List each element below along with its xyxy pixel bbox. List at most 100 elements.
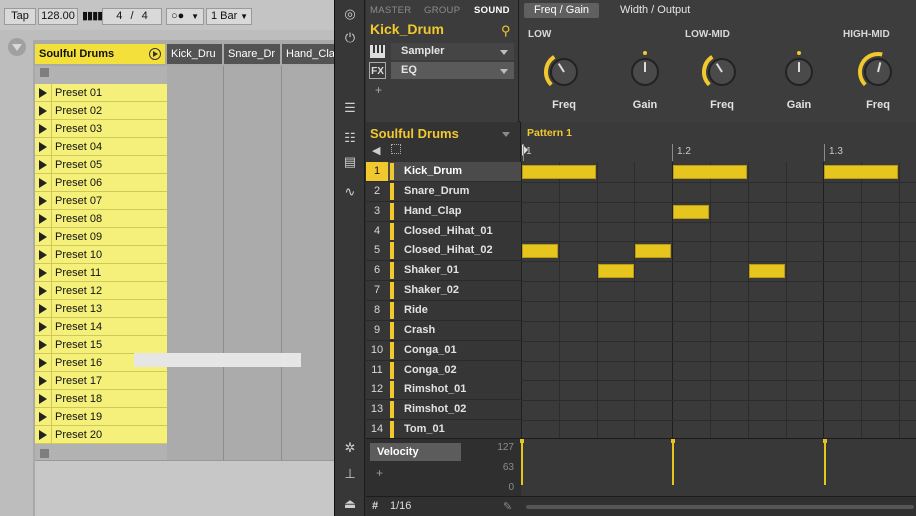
chevron-down-icon[interactable] [502, 132, 510, 137]
velocity-bar[interactable] [672, 439, 674, 485]
clip-slot[interactable]: Preset 11 [35, 264, 167, 282]
play-triangle-icon[interactable] [39, 196, 47, 206]
speaker-icon[interactable]: ◀ [372, 144, 380, 157]
clip-slot[interactable]: Preset 07 [35, 192, 167, 210]
nudge-icon[interactable]: ▮▮▮▮ [82, 8, 103, 25]
play-triangle-icon[interactable] [39, 358, 47, 368]
eject-icon[interactable]: ⏏ [342, 496, 358, 512]
clip-slot[interactable]: Preset 06 [35, 174, 167, 192]
waveform-icon[interactable]: ∿ [342, 184, 358, 200]
clip-slot[interactable]: Preset 13 [35, 300, 167, 318]
clip-slot[interactable]: Preset 08 [35, 210, 167, 228]
pencil-icon[interactable]: ✎ [503, 500, 512, 513]
sound-slot[interactable]: 8 Ride [366, 300, 521, 321]
velocity-parameter-button[interactable]: Velocity [370, 443, 461, 461]
play-triangle-icon[interactable] [39, 178, 47, 188]
record-knob-icon[interactable]: ◎ [342, 6, 358, 22]
clip-slot[interactable]: Preset 10 [35, 246, 167, 264]
play-circle-icon[interactable] [149, 48, 161, 60]
step-grid[interactable] [521, 162, 916, 440]
play-triangle-icon[interactable] [39, 160, 47, 170]
track-header-snare[interactable]: Snare_Dr [224, 44, 280, 64]
metronome-button[interactable]: ○● ▼ [166, 8, 204, 25]
tab-freq-gain[interactable]: Freq / Gain [524, 3, 600, 18]
module-slot-eq[interactable]: FX EQ [369, 62, 514, 79]
tempo-field[interactable]: 128.00 [38, 8, 78, 25]
sound-slot[interactable]: 13 Rimshot_02 [366, 400, 521, 421]
timeline-ruler[interactable]: Pattern 1 1 1.2 1.3 [521, 122, 916, 162]
knob[interactable] [623, 50, 667, 94]
knob[interactable] [856, 50, 900, 94]
sound-slot[interactable]: 2 Snare_Drum [366, 181, 521, 202]
clip-slot[interactable]: Preset 14 [35, 318, 167, 336]
sound-slot[interactable]: 9 Crash [366, 320, 521, 341]
play-triangle-icon[interactable] [39, 394, 47, 404]
note-event[interactable] [824, 165, 898, 179]
horizontal-scrollbar[interactable] [526, 505, 914, 509]
stop-clip-icon[interactable] [40, 68, 49, 77]
sound-slot[interactable]: 7 Shaker_02 [366, 281, 521, 302]
stop-clip-icon[interactable] [40, 449, 49, 458]
automation-icon[interactable]: ⊥ [342, 466, 358, 482]
quantization-menu[interactable]: 1 Bar ▼ [206, 8, 252, 25]
play-triangle-icon[interactable] [39, 286, 47, 296]
tab-width-output[interactable]: Width / Output [610, 3, 700, 18]
play-triangle-icon[interactable] [39, 88, 47, 98]
clip-slot[interactable]: Preset 19 [35, 408, 167, 426]
pattern-name[interactable]: Pattern 1 [527, 127, 572, 139]
sound-name[interactable]: Kick_Drum [370, 21, 444, 37]
time-signature-field[interactable]: 4 / 4 [102, 8, 162, 25]
knob[interactable] [700, 50, 744, 94]
sound-slot[interactable]: 11 Conga_02 [366, 360, 521, 381]
play-triangle-icon[interactable] [39, 106, 47, 116]
note-event[interactable] [522, 244, 558, 258]
note-event[interactable] [635, 244, 671, 258]
grid-icon[interactable] [391, 144, 401, 154]
play-triangle-icon[interactable] [39, 304, 47, 314]
sound-slot[interactable]: 4 Closed_Hihat_01 [366, 221, 521, 242]
clip-slot[interactable]: Preset 04 [35, 138, 167, 156]
clip-slot[interactable]: Preset 01 [35, 84, 167, 102]
knob[interactable] [777, 50, 821, 94]
module-sampler[interactable]: Sampler [391, 43, 514, 60]
velocity-bar[interactable] [824, 439, 826, 485]
note-event[interactable] [673, 165, 747, 179]
clip-slot[interactable]: Preset 12 [35, 282, 167, 300]
sound-slot[interactable]: 3 Hand_Clap [366, 201, 521, 222]
play-triangle-icon[interactable] [39, 322, 47, 332]
module-eq[interactable]: EQ [391, 62, 514, 79]
play-triangle-icon[interactable] [39, 214, 47, 224]
velocity-handle[interactable] [520, 439, 524, 443]
play-triangle-icon[interactable] [39, 142, 47, 152]
keyboard-view-icon[interactable]: ▤ [342, 154, 358, 170]
clip-slot[interactable]: Preset 15 [35, 336, 167, 354]
velocity-graph[interactable] [520, 439, 916, 497]
sound-slot[interactable]: 6 Shaker_01 [366, 261, 521, 282]
tab-group[interactable]: GROUP [424, 5, 460, 16]
clip-slot[interactable]: Preset 20 [35, 426, 167, 444]
grid-resolution[interactable]: 1/16 [390, 500, 411, 512]
pattern-list-icon[interactable]: ☷ [342, 130, 358, 146]
knob[interactable] [542, 50, 586, 94]
clip-slot[interactable]: Preset 17 [35, 372, 167, 390]
add-automation-button[interactable]: + [376, 466, 383, 480]
velocity-handle[interactable] [823, 439, 827, 443]
clip-slot[interactable]: Preset 03 [35, 120, 167, 138]
selected-scene-row[interactable] [134, 353, 301, 367]
tab-master[interactable]: MASTER [370, 5, 411, 16]
note-event[interactable] [673, 205, 709, 219]
collapse-lines-icon[interactable]: ☰ [342, 100, 358, 116]
tab-sound[interactable]: SOUND [474, 5, 510, 16]
velocity-bar[interactable] [521, 439, 523, 485]
velocity-mode-icon[interactable]: ✲ [342, 440, 358, 456]
sound-slot[interactable]: 12 Rimshot_01 [366, 380, 521, 401]
plug-icon[interactable]: ⏻ [342, 30, 358, 46]
sound-slot[interactable]: 5 Closed_Hihat_02 [366, 241, 521, 262]
play-triangle-icon[interactable] [39, 430, 47, 440]
play-triangle-icon[interactable] [39, 412, 47, 422]
play-triangle-icon[interactable] [39, 250, 47, 260]
clip-slot[interactable]: Preset 18 [35, 390, 167, 408]
note-event[interactable] [598, 264, 634, 278]
note-event[interactable] [749, 264, 785, 278]
play-triangle-icon[interactable] [39, 124, 47, 134]
